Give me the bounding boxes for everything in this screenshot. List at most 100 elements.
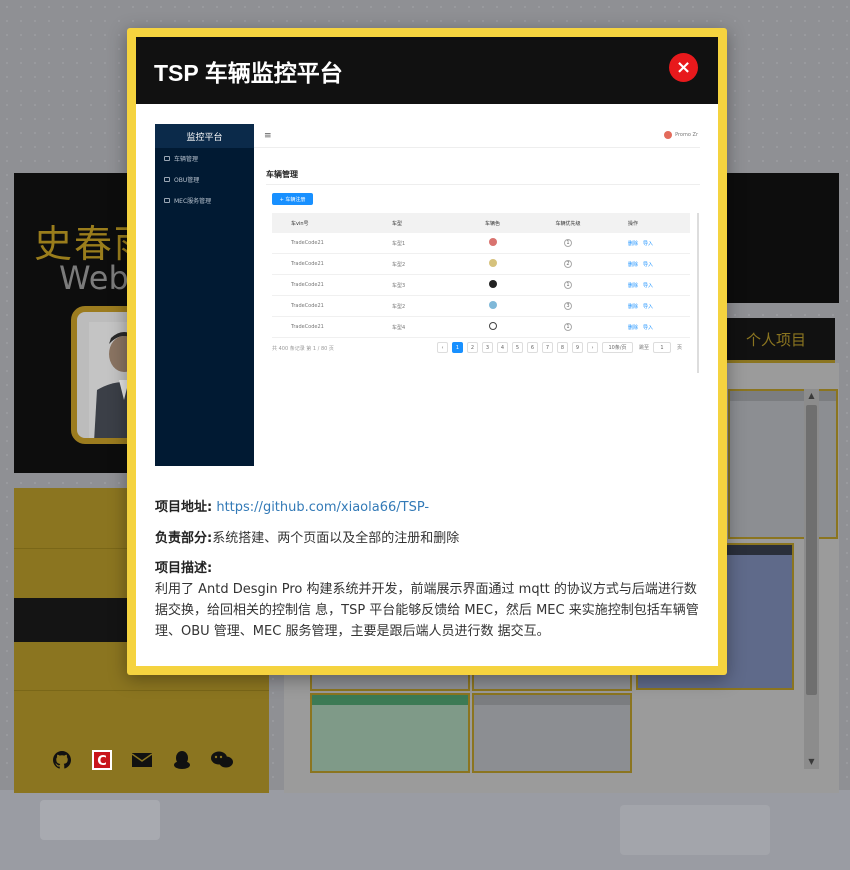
project-thumbnail[interactable]: [728, 389, 838, 539]
table-row: TradeCode21 车型1 1 删除 导入: [272, 233, 690, 254]
project-desc-heading: 项目描述:: [155, 557, 212, 576]
page-number: 2: [467, 342, 478, 353]
admin-menu-item: 车辆管理: [155, 148, 254, 169]
import-link: 导入: [643, 282, 654, 289]
project-thumbnail[interactable]: [472, 693, 632, 773]
csdn-icon[interactable]: C: [91, 749, 113, 771]
close-icon: ×: [675, 57, 692, 78]
pagination: 共 400 条记录 第 1 / 80 页 ‹ 1 2 3 4 5 6 7 8 9 › 10条/页 跳至 1…: [272, 342, 700, 356]
pager-total: 共 400 条记录 第 1 / 80 页: [272, 346, 334, 352]
project-role: 负责部分:系统搭建、两个页面以及全部的注册和删除: [155, 527, 459, 546]
avatar: [664, 131, 673, 139]
svg-text:C: C: [97, 754, 107, 769]
priority-badge: 3: [564, 302, 572, 310]
menu-fold-icon: ≡: [264, 131, 272, 141]
project-description: 利用了 Antd Desgin Pro 构建系统并开发，前端展示界面通过 mqt…: [155, 582, 699, 639]
edit-icon: [164, 156, 170, 161]
jump-unit: 页: [677, 345, 683, 351]
header-panel: [717, 173, 839, 303]
delete-link: 删除: [628, 240, 639, 247]
table-header: 车vin号 车型 车辆色 车辆优先级 操作: [272, 213, 690, 233]
social-links: C: [14, 749, 269, 771]
admin-user: Promo Zr: [664, 131, 698, 139]
next-page-icon: ›: [587, 342, 598, 353]
page-number: 5: [512, 342, 523, 353]
priority-badge: 2: [564, 260, 572, 268]
cell-vin: TradeCode21: [291, 261, 324, 267]
wechat-icon[interactable]: [210, 749, 233, 771]
priority-badge: 1: [564, 323, 572, 331]
cell-vin: TradeCode21: [291, 303, 324, 309]
table-row: TradeCode21 车型2 2 删除 导入: [272, 254, 690, 275]
qq-icon[interactable]: [171, 749, 193, 771]
vehicle-table: 车vin号 车型 车辆色 车辆优先级 操作 TradeCode21 车型1 1 删除导…: [272, 213, 690, 338]
address-label: 项目地址:: [155, 500, 213, 515]
delete-link: 删除: [628, 282, 639, 289]
admin-topbar: ≡ Promo Zr: [254, 124, 700, 148]
delete-link: 删除: [628, 324, 639, 331]
github-icon[interactable]: [51, 749, 73, 771]
admin-sidebar: 监控平台 车辆管理 OBU管理 MEC服务管理: [155, 124, 254, 466]
page-number: 7: [542, 342, 553, 353]
admin-menu-item: OBU管理: [155, 169, 254, 190]
import-link: 导入: [643, 261, 654, 268]
prev-page-icon: ‹: [437, 342, 448, 353]
admin-sidebar-title: 监控平台: [155, 124, 254, 148]
page-size-select: 10条/页: [602, 342, 633, 353]
file-icon: [164, 198, 170, 203]
project-thumbnail[interactable]: [472, 673, 632, 691]
delete-link: 删除: [628, 261, 639, 268]
project-thumbnail[interactable]: [310, 673, 470, 691]
scroll-down-icon[interactable]: ▼: [804, 755, 819, 769]
cell-model: 车型2: [392, 261, 406, 268]
color-swatch: [488, 322, 497, 330]
table-icon: [164, 177, 170, 182]
project-modal: TSP 车辆监控平台 × 监控平台 车辆管理 OBU管理 MEC服务管理 ≡ P…: [127, 28, 727, 675]
gallery-scrollbar[interactable]: ▲ ▼: [804, 389, 819, 769]
github-link[interactable]: https://github.com/xiaola66/TSP-: [216, 500, 429, 515]
color-swatch: [488, 259, 497, 267]
color-swatch: [488, 280, 497, 288]
cell-vin: TradeCode21: [291, 324, 324, 330]
color-swatch: [488, 238, 497, 246]
priority-badge: 1: [564, 239, 572, 247]
mail-icon[interactable]: [131, 749, 153, 771]
scrollbar-thumb[interactable]: [806, 405, 817, 695]
delete-link: 删除: [628, 303, 639, 310]
table-row: TradeCode21 车型3 1 删除 导入: [272, 275, 690, 296]
scroll-up-icon[interactable]: ▲: [804, 389, 819, 403]
register-vehicle-button: + 车辆注册: [272, 193, 313, 205]
project-thumbnail[interactable]: [310, 693, 470, 773]
background-deco-shape: [620, 805, 770, 855]
page-number: 1: [452, 342, 463, 353]
table-row: TradeCode21 车型2 3 删除 导入: [272, 296, 690, 317]
table-body: TradeCode21 车型1 1 删除 导入 TradeCode21 车型2 2 删除 导入 Tr…: [272, 233, 690, 338]
priority-badge: 1: [564, 281, 572, 289]
import-link: 导入: [643, 303, 654, 310]
project-address: 项目地址: https://github.com/xiaola66/TSP-: [155, 496, 429, 515]
cell-vin: TradeCode21: [291, 282, 324, 288]
cell-model: 车型4: [392, 324, 406, 331]
page-number: 4: [497, 342, 508, 353]
modal-header: TSP 车辆监控平台 ×: [136, 37, 718, 104]
close-button[interactable]: ×: [669, 53, 698, 82]
table-row: TradeCode21 车型4 1 删除 导入: [272, 317, 690, 338]
admin-menu-item: MEC服务管理: [155, 190, 254, 211]
page-number: 3: [482, 342, 493, 353]
desc-label: 项目描述:: [155, 561, 213, 576]
cell-model: 车型1: [392, 240, 406, 247]
cell-model: 车型3: [392, 282, 406, 289]
import-link: 导入: [643, 240, 654, 247]
divider: [14, 690, 269, 691]
role-text: 系统搭建、两个页面以及全部的注册和删除: [212, 531, 460, 546]
cell-model: 车型2: [392, 303, 406, 310]
divider: [266, 184, 700, 185]
tab-personal-projects[interactable]: 个人项目: [717, 318, 835, 363]
page-number: 6: [527, 342, 538, 353]
cell-vin: TradeCode21: [291, 240, 324, 246]
admin-page-heading: 车辆管理: [266, 170, 298, 179]
page-number: 8: [557, 342, 568, 353]
role-label: 负责部分:: [155, 531, 213, 546]
pager-pages: ‹ 1 2 3 4 5 6 7 8 9 › 10条/页 跳至 1 页: [437, 342, 682, 353]
jump-input: 1: [653, 342, 672, 353]
